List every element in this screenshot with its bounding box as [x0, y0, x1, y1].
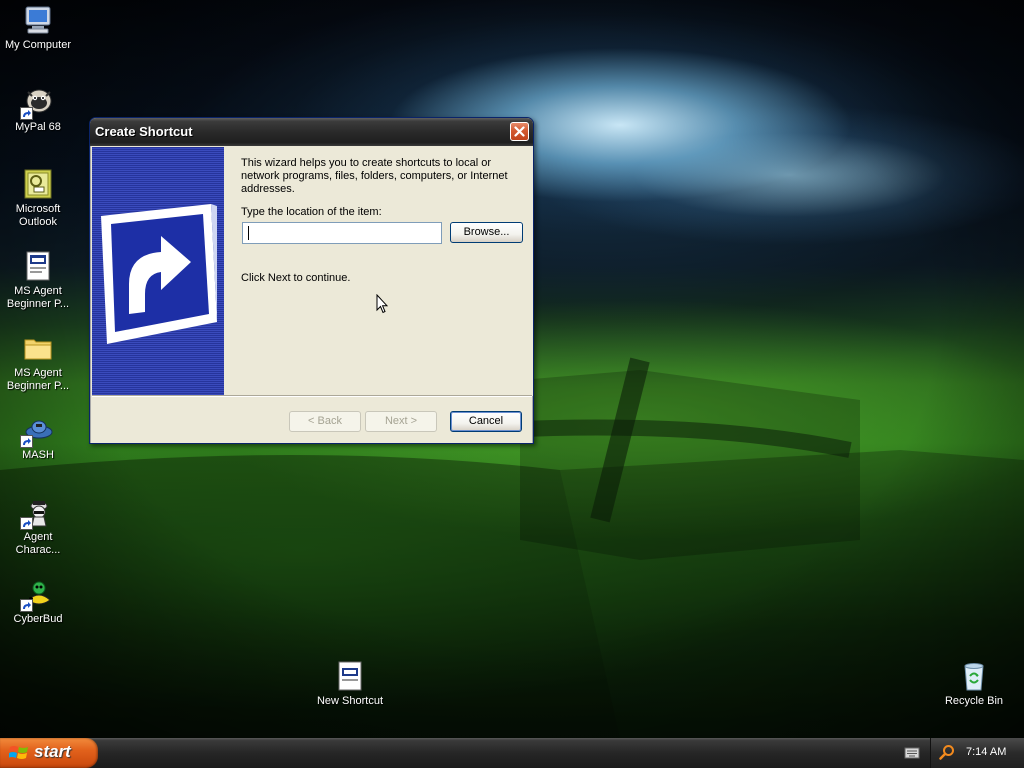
desktop-icon-mash[interactable]: MASH — [0, 414, 76, 462]
system-tray: 7:14 AM — [930, 738, 1024, 768]
new-shortcut-icon — [334, 660, 366, 692]
desktop-icon-ms-agent-folder[interactable]: MS Agent Beginner P... — [0, 332, 76, 393]
desktop-icon-label: CyberBud — [13, 613, 63, 625]
desktop-icon-new-shortcut[interactable]: New Shortcut — [312, 660, 388, 708]
taskbar: start 7:14 AM — [0, 738, 1024, 768]
desktop-icon-label: MyPal 68 — [15, 121, 61, 133]
back-button[interactable]: < Back — [289, 411, 361, 432]
search-icon[interactable] — [939, 744, 955, 760]
shortcut-wizard-icon — [101, 204, 217, 344]
desktop-icon-label: MS Agent Beginner P... — [6, 285, 70, 310]
browse-button[interactable]: Browse... — [450, 222, 523, 243]
desktop-icon-label: Recycle Bin — [944, 695, 1004, 707]
shortcut-arrow-icon — [20, 517, 33, 530]
start-button[interactable]: start — [0, 738, 98, 768]
desktop-icon-recycle-bin[interactable]: Recycle Bin — [936, 660, 1012, 708]
desktop-icon-label: MASH — [22, 449, 54, 461]
wizard-intro-text: This wizard helps you to create shortcut… — [241, 157, 508, 195]
dialog-body: This wizard helps you to create shortcut… — [90, 146, 533, 443]
start-label: start — [34, 742, 71, 761]
recycle-bin-icon — [958, 660, 990, 692]
desktop-icon-mypal[interactable]: MyPal 68 — [0, 86, 76, 134]
create-shortcut-dialog: Create Shortcut This wizard helps you to… — [89, 117, 534, 444]
desktop-icon-label: MS Agent Beginner P... — [6, 367, 70, 392]
desktop-icon-label: Agent Charac... — [15, 531, 61, 556]
next-button[interactable]: Next > — [365, 411, 437, 432]
desktop-icon-label: New Shortcut — [316, 695, 384, 707]
desktop-icon-outlook[interactable]: Microsoft Outlook — [0, 168, 76, 229]
close-icon — [514, 126, 525, 137]
clock[interactable]: 7:14 AM — [966, 746, 1006, 758]
windows-logo-icon — [9, 746, 28, 759]
wizard-banner — [92, 147, 224, 395]
location-label: Type the location of the item: — [241, 206, 382, 218]
desktop-icon-cyberbud[interactable]: CyberBud — [0, 578, 76, 626]
close-button[interactable] — [510, 122, 529, 141]
mouse-pointer-icon — [376, 294, 388, 314]
cyberbud-icon — [20, 578, 54, 612]
dialog-titlebar[interactable]: Create Shortcut — [90, 118, 533, 146]
agent-character-icon — [20, 496, 54, 530]
desktop-icon-label: Microsoft Outlook — [15, 203, 61, 228]
shortcut-arrow-icon — [20, 599, 33, 612]
desktop-icon-label: My Computer — [4, 39, 72, 51]
my-computer-icon — [22, 4, 54, 36]
outlook-icon — [22, 168, 54, 200]
dialog-title: Create Shortcut — [95, 124, 193, 139]
desktop-icon-my-computer[interactable]: My Computer — [0, 4, 76, 52]
text-caret — [248, 226, 249, 240]
desktop-icon-ms-agent-doc[interactable]: MS Agent Beginner P... — [0, 250, 76, 311]
mash-icon — [20, 414, 54, 448]
keyboard-icon[interactable] — [904, 746, 920, 760]
document-icon — [22, 250, 54, 282]
button-separator — [92, 395, 532, 397]
location-input[interactable] — [242, 222, 442, 244]
shortcut-arrow-icon — [20, 107, 33, 120]
mypal-browser-icon — [20, 86, 54, 120]
desktop-icon-agent-character[interactable]: Agent Charac... — [0, 496, 76, 557]
folder-icon — [22, 332, 54, 364]
shortcut-arrow-icon — [20, 435, 33, 448]
cancel-button[interactable]: Cancel — [450, 411, 522, 432]
continue-hint: Click Next to continue. — [241, 272, 351, 284]
wizard-content: This wizard helps you to create shortcut… — [224, 146, 533, 396]
